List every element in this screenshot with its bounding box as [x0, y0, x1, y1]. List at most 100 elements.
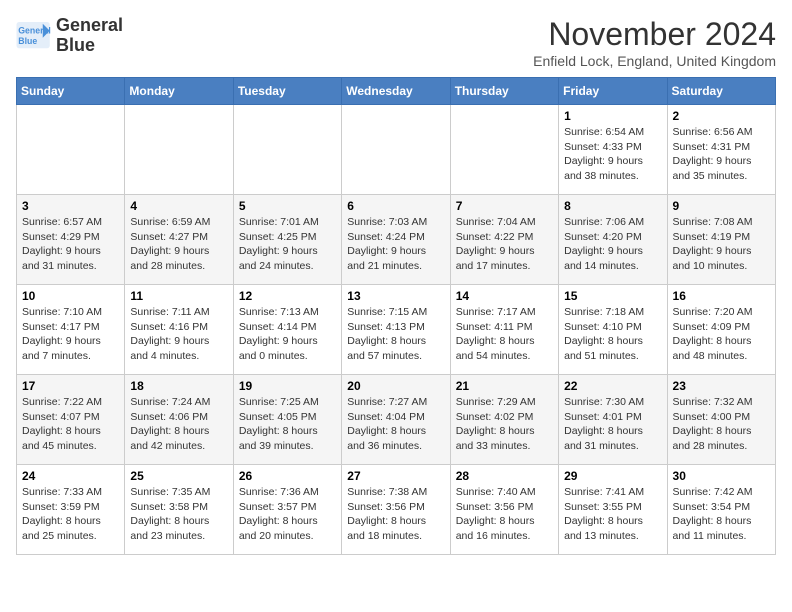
day-number: 17	[22, 379, 119, 393]
calendar-cell: 29 Sunrise: 7:41 AM Sunset: 3:55 PM Dayli…	[559, 465, 667, 555]
calendar-cell	[125, 105, 233, 195]
location: Enfield Lock, England, United Kingdom	[533, 53, 776, 69]
calendar-week-row: 3Sunrise: 6:57 AM Sunset: 4:29 PM Daylig…	[17, 195, 776, 285]
calendar-week-row: 24 Sunrise: 7:33 AM Sunset: 3:59 PM Dayli…	[17, 465, 776, 555]
day-number: 2	[673, 109, 770, 123]
calendar-cell: 25Sunrise: 7:35 AM Sunset: 3:58 PM Dayli…	[125, 465, 233, 555]
day-number: 24	[22, 469, 119, 483]
day-number: 14	[456, 289, 553, 303]
day-number: 4	[130, 199, 227, 213]
page-header: General Blue General Blue November 2024 …	[16, 16, 776, 69]
weekday-header: Sunday	[17, 78, 125, 105]
day-info: Sunrise: 7:24 AM Sunset: 4:06 PM Dayligh…	[130, 395, 227, 454]
logo-text-line1: General	[56, 16, 123, 36]
day-number: 6	[347, 199, 444, 213]
day-info: Sunrise: 7:01 AM Sunset: 4:25 PM Dayligh…	[239, 215, 336, 274]
calendar-cell: 6Sunrise: 7:03 AM Sunset: 4:24 PM Daylig…	[342, 195, 450, 285]
calendar-cell: 17 Sunrise: 7:22 AM Sunset: 4:07 PM Dayli…	[17, 375, 125, 465]
calendar-table: SundayMondayTuesdayWednesdayThursdayFrid…	[16, 77, 776, 555]
calendar-week-row: 1Sunrise: 6:54 AM Sunset: 4:33 PM Daylig…	[17, 105, 776, 195]
day-info: Sunrise: 7:20 AM Sunset: 4:09 PM Dayligh…	[673, 305, 770, 364]
day-number: 7	[456, 199, 553, 213]
weekday-header: Thursday	[450, 78, 558, 105]
day-number: 20	[347, 379, 444, 393]
svg-text:Blue: Blue	[18, 36, 37, 46]
day-info: Sunrise: 7:11 AM Sunset: 4:16 PM Dayligh…	[130, 305, 227, 364]
title-block: November 2024 Enfield Lock, England, Uni…	[533, 16, 776, 69]
logo-icon: General Blue	[16, 22, 52, 50]
day-info: Sunrise: 7:17 AM Sunset: 4:11 PM Dayligh…	[456, 305, 553, 364]
day-number: 30	[673, 469, 770, 483]
day-info: Sunrise: 7:10 AM Sunset: 4:17 PM Dayligh…	[22, 305, 119, 364]
calendar-cell: 14 Sunrise: 7:17 AM Sunset: 4:11 PM Dayli…	[450, 285, 558, 375]
day-number: 28	[456, 469, 553, 483]
day-number: 19	[239, 379, 336, 393]
day-info: Sunrise: 7:27 AM Sunset: 4:04 PM Dayligh…	[347, 395, 444, 454]
day-info: Sunrise: 7:18 AM Sunset: 4:10 PM Dayligh…	[564, 305, 661, 364]
calendar-cell: 3Sunrise: 6:57 AM Sunset: 4:29 PM Daylig…	[17, 195, 125, 285]
calendar-cell: 23Sunrise: 7:32 AM Sunset: 4:00 PM Dayli…	[667, 375, 775, 465]
day-info: Sunrise: 7:33 AM Sunset: 3:59 PM Dayligh…	[22, 485, 119, 544]
day-info: Sunrise: 7:04 AM Sunset: 4:22 PM Dayligh…	[456, 215, 553, 274]
calendar-cell: 22 Sunrise: 7:30 AM Sunset: 4:01 PM Dayli…	[559, 375, 667, 465]
calendar-cell	[342, 105, 450, 195]
day-info: Sunrise: 7:38 AM Sunset: 3:56 PM Dayligh…	[347, 485, 444, 544]
day-number: 8	[564, 199, 661, 213]
day-info: Sunrise: 7:36 AM Sunset: 3:57 PM Dayligh…	[239, 485, 336, 544]
day-info: Sunrise: 7:41 AM Sunset: 3:55 PM Dayligh…	[564, 485, 661, 544]
weekday-header: Monday	[125, 78, 233, 105]
weekday-header: Tuesday	[233, 78, 341, 105]
day-info: Sunrise: 7:30 AM Sunset: 4:01 PM Dayligh…	[564, 395, 661, 454]
day-number: 18	[130, 379, 227, 393]
day-info: Sunrise: 7:42 AM Sunset: 3:54 PM Dayligh…	[673, 485, 770, 544]
day-info: Sunrise: 7:15 AM Sunset: 4:13 PM Dayligh…	[347, 305, 444, 364]
day-info: Sunrise: 7:29 AM Sunset: 4:02 PM Dayligh…	[456, 395, 553, 454]
logo: General Blue General Blue	[16, 16, 123, 56]
calendar-cell: 4Sunrise: 6:59 AM Sunset: 4:27 PM Daylig…	[125, 195, 233, 285]
weekday-header: Friday	[559, 78, 667, 105]
calendar-cell: 11Sunrise: 7:11 AM Sunset: 4:16 PM Dayli…	[125, 285, 233, 375]
calendar-cell: 10Sunrise: 7:10 AM Sunset: 4:17 PM Dayli…	[17, 285, 125, 375]
calendar-week-row: 10Sunrise: 7:10 AM Sunset: 4:17 PM Dayli…	[17, 285, 776, 375]
calendar-cell: 28 Sunrise: 7:40 AM Sunset: 3:56 PM Dayli…	[450, 465, 558, 555]
day-number: 3	[22, 199, 119, 213]
calendar-cell: 5Sunrise: 7:01 AM Sunset: 4:25 PM Daylig…	[233, 195, 341, 285]
calendar-cell: 16 Sunrise: 7:20 AM Sunset: 4:09 PM Dayli…	[667, 285, 775, 375]
day-info: Sunrise: 7:22 AM Sunset: 4:07 PM Dayligh…	[22, 395, 119, 454]
day-number: 29	[564, 469, 661, 483]
day-number: 16	[673, 289, 770, 303]
day-number: 22	[564, 379, 661, 393]
calendar-week-row: 17 Sunrise: 7:22 AM Sunset: 4:07 PM Dayli…	[17, 375, 776, 465]
day-number: 12	[239, 289, 336, 303]
calendar-cell: 26 Sunrise: 7:36 AM Sunset: 3:57 PM Dayli…	[233, 465, 341, 555]
calendar-cell: 18 Sunrise: 7:24 AM Sunset: 4:06 PM Dayli…	[125, 375, 233, 465]
calendar-cell: 12Sunrise: 7:13 AM Sunset: 4:14 PM Dayli…	[233, 285, 341, 375]
day-info: Sunrise: 7:25 AM Sunset: 4:05 PM Dayligh…	[239, 395, 336, 454]
day-info: Sunrise: 7:40 AM Sunset: 3:56 PM Dayligh…	[456, 485, 553, 544]
day-info: Sunrise: 7:06 AM Sunset: 4:20 PM Dayligh…	[564, 215, 661, 274]
calendar-cell: 30 Sunrise: 7:42 AM Sunset: 3:54 PM Dayli…	[667, 465, 775, 555]
calendar-cell: 19 Sunrise: 7:25 AM Sunset: 4:05 PM Dayli…	[233, 375, 341, 465]
day-number: 27	[347, 469, 444, 483]
day-number: 26	[239, 469, 336, 483]
day-number: 13	[347, 289, 444, 303]
day-number: 23	[673, 379, 770, 393]
day-number: 25	[130, 469, 227, 483]
calendar-cell: 2 Sunrise: 6:56 AM Sunset: 4:31 PM Daylig…	[667, 105, 775, 195]
day-info: Sunrise: 6:56 AM Sunset: 4:31 PM Dayligh…	[673, 125, 770, 184]
calendar-header-row: SundayMondayTuesdayWednesdayThursdayFrid…	[17, 78, 776, 105]
calendar-cell: 9Sunrise: 7:08 AM Sunset: 4:19 PM Daylig…	[667, 195, 775, 285]
month-title: November 2024	[533, 16, 776, 53]
calendar-cell: 15Sunrise: 7:18 AM Sunset: 4:10 PM Dayli…	[559, 285, 667, 375]
calendar-cell: 27 Sunrise: 7:38 AM Sunset: 3:56 PM Dayli…	[342, 465, 450, 555]
calendar-cell	[450, 105, 558, 195]
weekday-header: Saturday	[667, 78, 775, 105]
calendar-cell: 8 Sunrise: 7:06 AM Sunset: 4:20 PM Daylig…	[559, 195, 667, 285]
calendar-cell	[233, 105, 341, 195]
day-info: Sunrise: 6:54 AM Sunset: 4:33 PM Dayligh…	[564, 125, 661, 184]
day-number: 9	[673, 199, 770, 213]
logo-text-line2: Blue	[56, 36, 123, 56]
calendar-cell: 1Sunrise: 6:54 AM Sunset: 4:33 PM Daylig…	[559, 105, 667, 195]
calendar-cell: 7 Sunrise: 7:04 AM Sunset: 4:22 PM Daylig…	[450, 195, 558, 285]
calendar-cell: 13 Sunrise: 7:15 AM Sunset: 4:13 PM Dayli…	[342, 285, 450, 375]
